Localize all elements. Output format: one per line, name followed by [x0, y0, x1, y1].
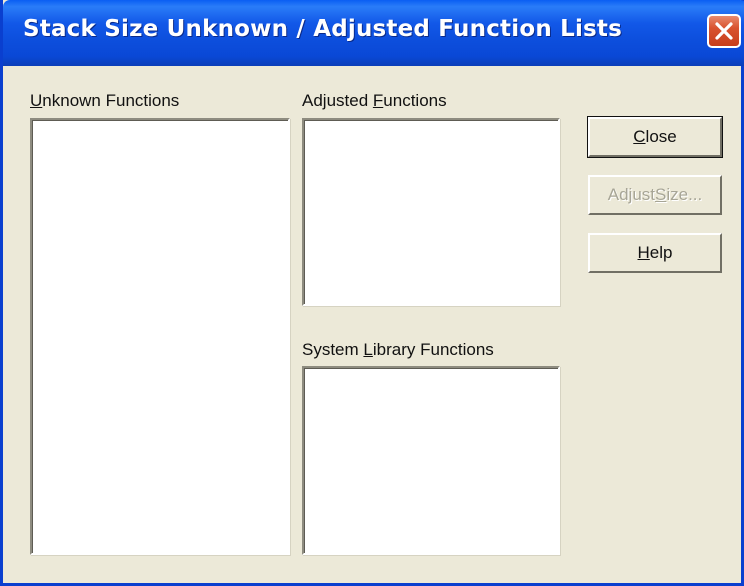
adjusted-functions-list[interactable]	[302, 118, 560, 306]
unknown-functions-label: Unknown Functions	[30, 91, 180, 110]
system-library-functions-label: System Library Functions	[302, 340, 494, 359]
close-button[interactable]: Close	[587, 116, 723, 158]
dialog-window: Stack Size Unknown / Adjusted Function L…	[0, 0, 744, 586]
system-library-functions-list[interactable]	[302, 366, 560, 555]
help-button[interactable]: Help	[588, 233, 722, 273]
adjust-size-button[interactable]: Adjust Size...	[588, 175, 722, 215]
unknown-functions-list[interactable]	[30, 118, 290, 555]
window-title: Stack Size Unknown / Adjusted Function L…	[23, 16, 623, 42]
adjusted-functions-label: Adjusted Functions	[302, 91, 447, 110]
close-x-icon	[715, 22, 733, 40]
title-close-button[interactable]	[707, 14, 741, 48]
title-bar[interactable]: Stack Size Unknown / Adjusted Function L…	[3, 0, 744, 66]
